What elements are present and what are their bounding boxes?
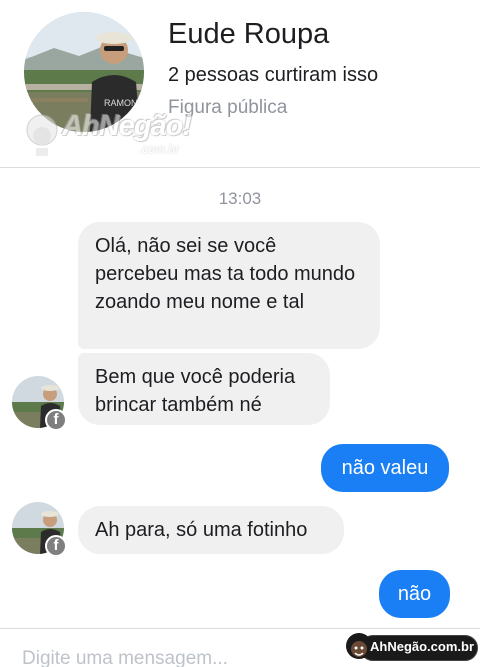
watermark-text: AhNegão! [62, 110, 192, 142]
page-name[interactable]: Eude Roupa [168, 18, 329, 51]
conversation-header: RAMONE Eude Roupa 2 pessoas curtiram iss… [0, 0, 480, 168]
watermark-domain: .com.br [139, 142, 180, 156]
message-timestamp: 13:03 [218, 189, 262, 208]
message-bubble-outgoing[interactable]: não [379, 570, 450, 618]
message-bubble-outgoing[interactable]: não valeu [321, 444, 449, 492]
sender-avatar[interactable]: f [12, 376, 67, 431]
message-bubble-incoming[interactable]: Olá, não sei se você percebeu mas ta tod… [78, 222, 380, 349]
watermark-face-icon [26, 114, 58, 156]
watermark-logo: AhNegão! .com.br [22, 104, 192, 160]
watermark-badge-text: AhNegão.com.br [370, 639, 475, 654]
page-likes-count: 2 pessoas curtiram isso [168, 64, 379, 86]
message-input[interactable] [22, 647, 322, 667]
sender-avatar[interactable]: f [12, 502, 67, 557]
facebook-icon: f [45, 535, 67, 557]
message-bubble-incoming[interactable]: Ah para, só uma fotinho [78, 506, 344, 554]
message-bubble-incoming[interactable]: Bem que você poderia brincar também né [78, 353, 330, 425]
watermark-badge: AhNegão.com.br [342, 631, 478, 663]
facebook-icon: f [45, 409, 67, 431]
